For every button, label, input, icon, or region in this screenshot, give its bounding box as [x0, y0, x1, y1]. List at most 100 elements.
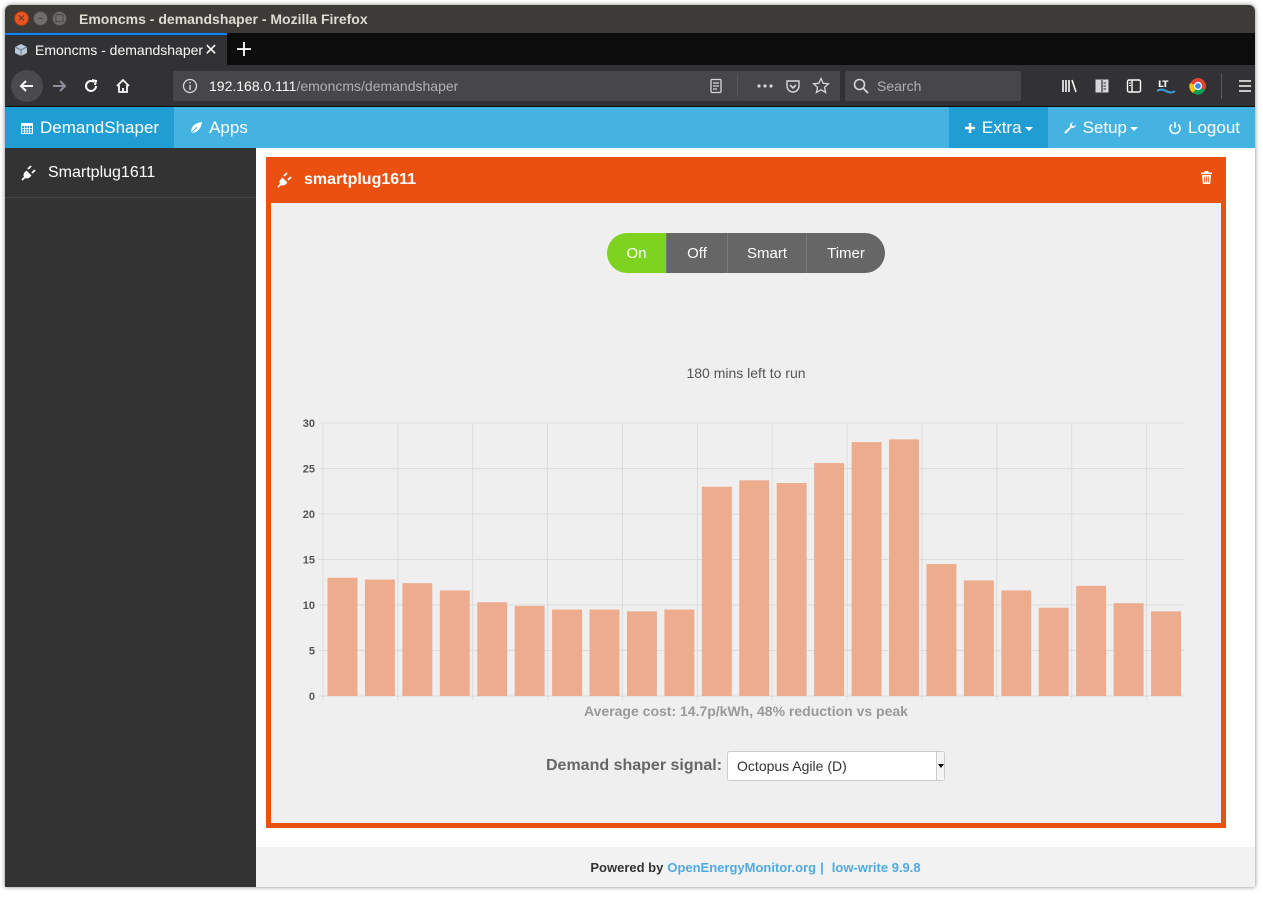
footer-powered-by: Powered by	[590, 859, 664, 875]
address-bar[interactable]: 192.168.0.111/emoncms/demandshaper	[173, 71, 840, 101]
toolbar-right: LT	[1057, 73, 1255, 99]
bar-17:30	[814, 463, 845, 696]
reader-view-icon[interactable]	[705, 75, 727, 97]
reload-icon	[85, 78, 98, 92]
bar-18:00	[851, 442, 882, 696]
svg-text:LT: LT	[1158, 80, 1169, 90]
bar-11:00	[327, 577, 358, 696]
extension-notes-icon[interactable]	[1089, 73, 1115, 99]
reload-button[interactable]	[75, 70, 107, 102]
select-arrow-icon	[936, 752, 945, 780]
tab-close-icon[interactable]: ✕	[203, 40, 219, 60]
chevron-down-icon	[1024, 126, 1033, 131]
y-tick-label: 20	[303, 509, 315, 521]
bar-13:30	[514, 605, 545, 696]
sidebar: Smartplug1611	[5, 148, 256, 887]
average-cost-text: Average cost: 14.7p/kWh, 48% reduction v…	[584, 703, 908, 719]
nav-demandshaper-label: DemandShaper	[40, 117, 160, 137]
nav-setup-label: Setup	[1082, 117, 1127, 137]
bar-19:30	[963, 580, 994, 696]
sidebar-item-smartplug1611[interactable]: Smartplug1611	[5, 148, 256, 198]
browser-window: × – □ Emoncms - demandshaper - Mozilla F…	[5, 5, 1255, 887]
bar-21:00	[1076, 585, 1107, 696]
page-content: DemandShaper Apps Extra Setup Logout Sma…	[5, 107, 1255, 887]
device-panel-body: On Off Smart Timer 180 mins left to run …	[271, 203, 1221, 823]
signal-row: Demand shaper signal: Octopus Agile (D)	[546, 751, 946, 781]
nav-apps[interactable]: Apps	[174, 107, 263, 148]
plus-icon	[964, 122, 976, 134]
footer-separator: |	[820, 859, 824, 875]
bar-11:30	[364, 579, 395, 696]
mode-timer-button[interactable]: Timer	[806, 233, 885, 273]
sidebar-toggle-icon[interactable]	[1121, 73, 1147, 99]
y-tick-label: 15	[303, 555, 315, 567]
price-bar-chart: 05101520253011:0012:0013:0014:0015:0016:…	[303, 418, 1184, 703]
tab-bar: Emoncms - demandshaper ✕ +	[5, 33, 1255, 65]
favicon-icon	[13, 43, 29, 57]
app-navbar: DemandShaper Apps Extra Setup Logout	[5, 107, 1255, 148]
mode-toggle-group: On Off Smart Timer	[607, 233, 885, 273]
y-tick-label: 30	[303, 418, 315, 430]
chrome-extension-icon[interactable]	[1185, 73, 1211, 99]
signal-select[interactable]: Octopus Agile (D)	[727, 751, 946, 781]
mode-off-button[interactable]: Off	[666, 233, 727, 273]
home-button[interactable]	[107, 70, 139, 102]
bar-16:30	[739, 480, 770, 696]
y-tick-label: 0	[309, 691, 315, 703]
chevron-down-icon	[1130, 126, 1138, 131]
leaf-icon	[189, 121, 203, 135]
footer-version-link[interactable]: low-write 9.9.8	[832, 860, 921, 875]
url-path: /emoncms/demandshaper	[296, 78, 459, 94]
trash-icon[interactable]	[1201, 171, 1212, 184]
hamburger-menu-icon[interactable]	[1232, 73, 1255, 99]
bar-12:00	[402, 583, 433, 696]
bookmark-star-icon[interactable]	[810, 75, 832, 97]
browser-tab-active[interactable]: Emoncms - demandshaper ✕	[5, 33, 227, 65]
tab-title: Emoncms - demandshaper	[35, 42, 203, 58]
back-button[interactable]	[11, 69, 43, 102]
bar-15:30	[664, 609, 695, 696]
bar-15:00	[626, 611, 657, 696]
search-icon	[853, 78, 869, 94]
signal-selected-value: Octopus Agile (D)	[737, 758, 847, 774]
window-title: Emoncms - demandshaper - Mozilla Firefox	[79, 11, 368, 27]
nav-extra-dropdown[interactable]: Extra	[948, 107, 1048, 148]
device-panel-header: smartplug1611	[266, 157, 1226, 203]
power-icon	[1168, 121, 1182, 135]
url-host: 192.168.0.111	[209, 78, 297, 94]
bar-14:30	[589, 609, 620, 696]
device-panel: smartplug1611 On Off Smart Timer 180 min…	[266, 157, 1226, 828]
y-tick-label: 25	[303, 464, 315, 476]
bar-12:30	[439, 590, 470, 696]
bar-13:00	[477, 602, 508, 696]
bar-20:30	[1038, 607, 1069, 696]
toolbar-separator	[1221, 73, 1222, 99]
bar-19:00	[926, 564, 957, 696]
bar-20:00	[1001, 590, 1032, 696]
bar-17:00	[776, 483, 807, 696]
lt-extension-icon[interactable]: LT	[1153, 73, 1179, 99]
url-separator	[737, 75, 738, 97]
library-icon[interactable]	[1057, 73, 1083, 99]
bar-16:00	[701, 486, 732, 696]
forward-button[interactable]	[43, 70, 75, 102]
nav-setup-dropdown[interactable]: Setup	[1048, 107, 1153, 148]
new-tab-button[interactable]: +	[227, 33, 261, 65]
site-info-icon[interactable]	[181, 77, 199, 95]
url-text[interactable]: 192.168.0.111/emoncms/demandshaper	[209, 78, 699, 94]
footer: Powered by OpenEnergyMonitor.org | low-w…	[256, 847, 1255, 887]
search-bar[interactable]: Search	[845, 71, 1021, 101]
nav-extra-label: Extra	[981, 117, 1022, 137]
footer-oem-link[interactable]: OpenEnergyMonitor.org	[667, 860, 816, 875]
nav-demandshaper[interactable]: DemandShaper	[5, 107, 175, 148]
forward-arrow-icon	[53, 79, 67, 92]
plug-icon	[276, 171, 294, 189]
back-arrow-icon	[19, 79, 33, 92]
wrench-icon	[1063, 121, 1077, 135]
bar-21:30	[1113, 603, 1144, 696]
mode-on-button[interactable]: On	[607, 233, 666, 273]
pocket-icon[interactable]	[782, 75, 804, 97]
mode-smart-button[interactable]: Smart	[727, 233, 806, 273]
nav-logout[interactable]: Logout	[1153, 107, 1255, 148]
page-actions-icon[interactable]	[754, 75, 776, 97]
